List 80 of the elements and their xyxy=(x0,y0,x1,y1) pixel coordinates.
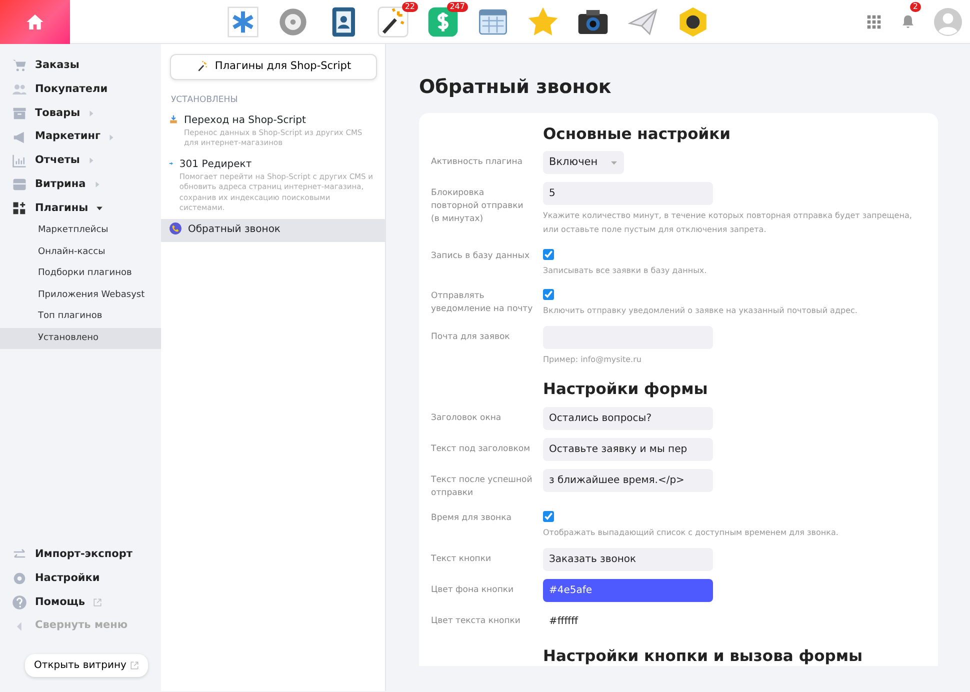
field-label: Активность плагина xyxy=(431,156,524,170)
sidebar-subitem[interactable]: Подборки плагинов xyxy=(0,263,161,285)
page-title: Обратный звонок xyxy=(419,76,612,99)
field-hint: Отображать выпадающий список с доступным временем для звонка. xyxy=(543,527,840,540)
sidebar-item[interactable]: Импорт-экспорт xyxy=(0,543,161,567)
field-hint: Пример: info@mysite.ru xyxy=(543,354,642,366)
field-label: Время для звонка xyxy=(431,512,512,526)
storefront-icon xyxy=(12,177,27,192)
field-label: Текст после успешной отправки xyxy=(431,474,534,500)
app-grid-icon[interactable] xyxy=(866,14,882,30)
plugin-list-item[interactable]: Обратный звонок xyxy=(161,218,385,242)
phone-icon xyxy=(169,222,182,234)
plugins-icon xyxy=(12,200,27,216)
text-field[interactable]: Заказать звонок xyxy=(543,548,713,572)
sidebar-item[interactable]: Покупатели xyxy=(0,78,161,102)
caret-down-icon xyxy=(610,158,618,167)
checkbox[interactable] xyxy=(543,511,554,522)
field-label: Отправлять уведомление на почту xyxy=(431,290,534,316)
section-heading: Настройки формы xyxy=(543,380,709,399)
star-icon[interactable] xyxy=(527,6,559,38)
sidebar-item[interactable]: Заказы xyxy=(0,54,161,78)
external-link-icon xyxy=(93,598,102,607)
checkbox[interactable] xyxy=(543,289,554,300)
field-hint: Укажите количество минут, в течение которых повторная отправка будет запрещена, или оставьте поле пустым для отключения запрета. xyxy=(543,210,913,236)
sidebar-subitem[interactable]: Установлено xyxy=(0,328,161,350)
field-hint: Включить отправку уведомлений о заявке на указанный почтовый адрес. xyxy=(543,305,858,318)
field-label: Заголовок окна xyxy=(431,412,502,425)
asterisk-icon[interactable] xyxy=(227,6,259,38)
section-heading: Настройки кнопки и вызова формы xyxy=(543,647,864,666)
sidebar-subitem[interactable]: Онлайн-кассы xyxy=(0,242,161,264)
field-label: Текст под заголовком xyxy=(431,442,532,456)
bar-chart-icon xyxy=(12,153,27,168)
sidebar-item[interactable]: Плагины xyxy=(0,196,161,220)
select-field[interactable]: Включен xyxy=(543,151,624,174)
section-heading: Основные настройки xyxy=(543,124,732,144)
notification-badge: 247 xyxy=(446,2,468,12)
text-field[interactable]: Остались вопросы? xyxy=(543,406,713,430)
section-label: УСТАНОВЛЕНЫ xyxy=(170,94,239,107)
field-label: Цвет фона кнопки xyxy=(431,584,515,598)
bell-icon[interactable] xyxy=(900,14,916,30)
sidebar-item[interactable]: Помощь xyxy=(0,590,161,614)
download-tray-icon xyxy=(169,112,178,126)
field-label: Запись в базу данных xyxy=(431,250,530,263)
megaphone-icon xyxy=(12,130,27,145)
sidebar-subitem[interactable]: Топ плагинов xyxy=(0,306,161,328)
field-label: Блокировка повторной отправки (в минутах) xyxy=(431,187,524,226)
sidebar-item[interactable]: Отчеты xyxy=(0,149,161,173)
home-icon xyxy=(25,12,45,32)
box-icon xyxy=(12,106,27,121)
checkbox[interactable] xyxy=(543,248,554,260)
home-button[interactable] xyxy=(0,0,70,44)
field-label: Почта для заявок xyxy=(431,330,511,344)
magic-wand-icon xyxy=(196,60,209,74)
sidebar-subitem[interactable]: Приложения Webasyst xyxy=(0,284,161,306)
color-field[interactable]: #4e5afe xyxy=(543,579,713,602)
field-hint: Записывать все заявки в базу данных. xyxy=(543,264,708,277)
text-field[interactable]: Оставьте заявку и мы пер xyxy=(543,438,713,461)
open-storefront-button[interactable]: Открыть витрину xyxy=(25,654,148,677)
plugin-store-button[interactable]: Плагины для Shop-Script xyxy=(170,54,377,80)
sidebar-item[interactable]: Настройки xyxy=(0,566,161,590)
sidebar-subitem[interactable]: Маркетплейсы xyxy=(0,220,161,242)
notification-badge: 2 xyxy=(910,2,921,12)
notification-badge: 22 xyxy=(402,2,418,12)
gear-icon xyxy=(12,571,27,586)
text-field[interactable]: з ближайшее время.</p> xyxy=(543,468,713,492)
field-label: Текст кнопки xyxy=(431,553,492,566)
cart-icon xyxy=(12,58,27,74)
sidebar-item[interactable]: Витрина xyxy=(0,172,161,196)
external-link-icon xyxy=(130,660,139,670)
sidebar-item[interactable]: Маркетинг xyxy=(0,125,161,149)
text-field[interactable]: 5 xyxy=(543,182,713,206)
sidebar-item[interactable]: Товары xyxy=(0,102,161,126)
plugin-title: 301 Редирект xyxy=(179,158,253,172)
plugin-title: Обратный звонок xyxy=(188,222,280,236)
field-label: Цвет текста кнопки xyxy=(431,615,522,628)
plugin-title: Переход на Shop-Script xyxy=(184,114,307,128)
hexagon-icon[interactable] xyxy=(677,6,709,38)
gear-icon[interactable] xyxy=(277,6,309,38)
people-icon xyxy=(12,82,27,98)
help-icon xyxy=(12,594,27,610)
